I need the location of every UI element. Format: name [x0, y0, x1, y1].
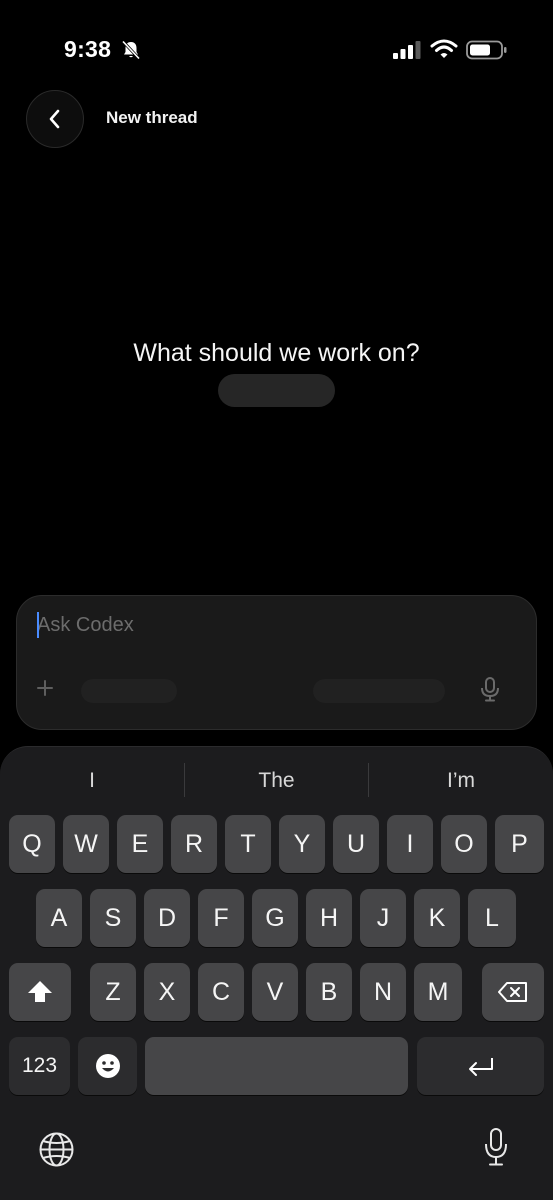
key-p[interactable]: P: [495, 815, 544, 873]
key-b[interactable]: B: [306, 963, 352, 1021]
composer-option-placeholder[interactable]: [313, 679, 445, 703]
wifi-icon: [430, 39, 458, 58]
key-q[interactable]: Q: [9, 815, 55, 873]
suggestion-1[interactable]: I: [0, 765, 184, 797]
key-r[interactable]: R: [171, 815, 217, 873]
battery-icon: [466, 40, 507, 60]
emoji-icon: [95, 1054, 120, 1078]
key-t[interactable]: T: [225, 815, 271, 873]
plus-icon[interactable]: [35, 678, 55, 698]
suggestion-3[interactable]: I’m: [369, 765, 553, 797]
key-v[interactable]: V: [252, 963, 298, 1021]
key-j[interactable]: J: [360, 889, 406, 947]
shift-key[interactable]: [9, 963, 71, 1021]
bell-slash-icon: [121, 40, 141, 60]
composer-option-placeholder[interactable]: [81, 679, 177, 703]
microphone-icon[interactable]: [479, 676, 501, 702]
keyboard: I The I’m Q W E R T Y U I O P A S D F G …: [0, 746, 553, 1200]
key-l[interactable]: L: [468, 889, 516, 947]
key-n[interactable]: N: [360, 963, 406, 1021]
return-key[interactable]: [417, 1037, 544, 1095]
key-k[interactable]: K: [414, 889, 460, 947]
key-c[interactable]: C: [198, 963, 244, 1021]
dictation-icon[interactable]: [483, 1127, 509, 1167]
suggestion-pill-placeholder: [218, 374, 335, 407]
key-m[interactable]: M: [414, 963, 462, 1021]
key-h[interactable]: H: [306, 889, 352, 947]
key-s[interactable]: S: [90, 889, 136, 947]
key-a[interactable]: A: [36, 889, 82, 947]
delete-icon: [498, 982, 527, 1002]
suggestion-2[interactable]: The: [185, 765, 368, 797]
return-icon: [468, 1058, 493, 1076]
key-o[interactable]: O: [441, 815, 487, 873]
key-d[interactable]: D: [144, 889, 190, 947]
key-w[interactable]: W: [63, 815, 109, 873]
back-button[interactable]: [26, 90, 84, 148]
header-title: New thread: [106, 108, 198, 127]
composer-input[interactable]: [37, 610, 507, 640]
key-i[interactable]: I: [387, 815, 433, 873]
key-u[interactable]: U: [333, 815, 379, 873]
emoji-key[interactable]: [78, 1037, 137, 1095]
delete-key[interactable]: [482, 963, 544, 1021]
key-g[interactable]: G: [252, 889, 298, 947]
cellular-signal-icon: [393, 41, 421, 59]
status-bar: 9:38: [0, 0, 553, 100]
key-e[interactable]: E: [117, 815, 163, 873]
key-z[interactable]: Z: [90, 963, 136, 1021]
shift-icon: [28, 981, 52, 1002]
space-key[interactable]: [145, 1037, 408, 1095]
numbers-key[interactable]: 123: [9, 1037, 70, 1095]
key-x[interactable]: X: [144, 963, 190, 1021]
globe-icon[interactable]: [38, 1131, 75, 1168]
text-caret: [37, 612, 39, 638]
screen: 9:38 New thread What should we work on? …: [0, 0, 553, 1200]
key-y[interactable]: Y: [279, 815, 325, 873]
main-prompt: What should we work on?: [133, 339, 420, 367]
key-f[interactable]: F: [198, 889, 244, 947]
chevron-left-icon: [49, 109, 60, 129]
status-time: 9:38: [64, 36, 112, 62]
composer: [16, 595, 537, 730]
